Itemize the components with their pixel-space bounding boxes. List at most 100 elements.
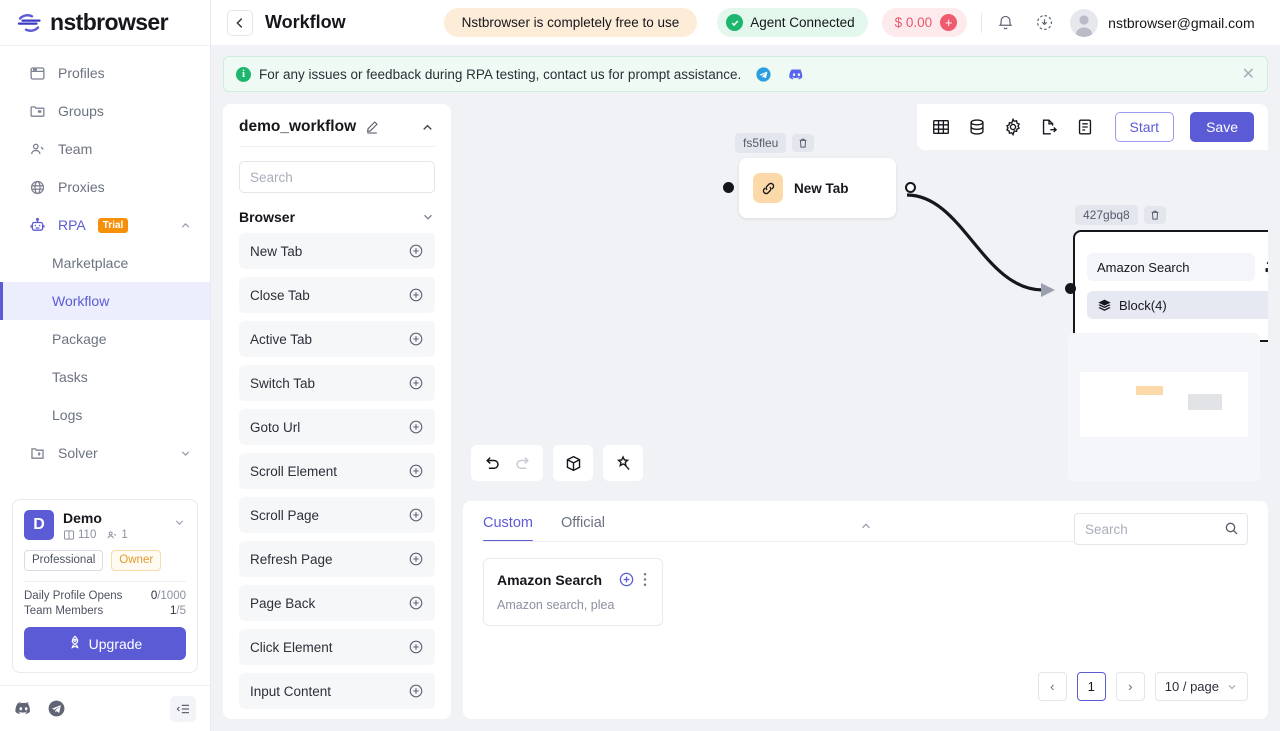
balance-badge[interactable]: $ 0.00 + — [881, 8, 968, 37]
library-body: Amazon Search Amazon search, plea — [463, 542, 1268, 626]
account-card[interactable]: D Demo 110 1 Professional Owner Daily Pr… — [12, 499, 198, 673]
action-item[interactable]: Goto Url — [239, 409, 435, 445]
search-icon[interactable] — [1224, 521, 1239, 541]
action-item[interactable]: Input Content — [239, 673, 435, 709]
user-email[interactable]: nstbrowser@gmail.com — [1108, 15, 1254, 31]
node-block-count[interactable]: Block(4) — [1087, 291, 1268, 319]
role-badge: Owner — [111, 550, 162, 571]
action-item[interactable]: Close Tab — [239, 277, 435, 313]
back-button[interactable] — [227, 9, 253, 36]
add-action-icon[interactable] — [408, 595, 424, 611]
action-item[interactable]: Switch Tab — [239, 365, 435, 401]
action-item[interactable]: Refresh Page — [239, 541, 435, 577]
add-action-icon[interactable] — [408, 463, 424, 479]
sidebar-item-solver[interactable]: Solver — [0, 434, 210, 472]
redo-icon[interactable] — [507, 447, 539, 479]
discord-icon[interactable] — [14, 699, 33, 718]
upgrade-button[interactable]: Upgrade — [24, 627, 186, 660]
globe-icon — [28, 178, 46, 196]
collapse-sidebar-icon[interactable] — [170, 695, 196, 722]
agent-status-label: Agent Connected — [750, 15, 855, 30]
add-action-icon[interactable] — [408, 639, 424, 655]
close-icon[interactable]: ✕ — [1242, 64, 1255, 84]
workflow-node-new-tab[interactable]: New Tab — [723, 158, 916, 218]
prev-page-button[interactable]: ‹ — [1037, 672, 1067, 701]
action-item[interactable]: Page Back — [239, 585, 435, 621]
telegram-icon[interactable] — [755, 66, 772, 83]
gear-icon[interactable] — [1003, 117, 1023, 137]
add-action-icon[interactable] — [408, 375, 424, 391]
canvas-minimap[interactable] — [1068, 333, 1260, 481]
sidebar-item-tasks[interactable]: Tasks — [0, 358, 210, 396]
database-icon[interactable] — [967, 117, 987, 137]
tab-official[interactable]: Official — [561, 515, 605, 542]
log-icon[interactable] — [1075, 117, 1095, 137]
save-button[interactable]: Save — [1190, 112, 1254, 142]
topbar: Workflow Nstbrowser is completely free t… — [211, 0, 1280, 46]
telegram-icon[interactable] — [47, 699, 66, 718]
module-card[interactable]: Amazon Search Amazon search, plea — [483, 558, 663, 626]
sidebar-item-workflow[interactable]: Workflow — [0, 282, 210, 320]
chevron-up-icon[interactable] — [859, 519, 873, 533]
add-action-icon[interactable] — [408, 243, 424, 259]
action-item-label: Switch Tab — [250, 375, 316, 391]
download-icon[interactable] — [1035, 13, 1054, 32]
export-icon[interactable] — [1039, 117, 1059, 137]
node-input-port[interactable] — [1065, 283, 1076, 294]
refresh-icon[interactable] — [1263, 258, 1268, 276]
pencil-icon[interactable] — [364, 119, 380, 135]
action-item[interactable]: Click Element — [239, 629, 435, 665]
tab-custom[interactable]: Custom — [483, 515, 533, 542]
brand-logo: nstbrowser — [0, 0, 210, 46]
add-action-icon[interactable] — [408, 551, 424, 567]
browser-window-icon — [28, 64, 46, 82]
add-action-icon[interactable] — [408, 331, 424, 347]
trash-icon[interactable] — [1143, 206, 1166, 224]
divider — [981, 12, 983, 33]
workflow-node-amazon-search[interactable]: Amazon Search Block(4) — [1065, 230, 1268, 342]
sidebar-item-proxies[interactable]: Proxies — [0, 168, 210, 206]
sidebar-item-rpa[interactable]: RPA Trial — [0, 206, 210, 244]
discord-icon[interactable] — [788, 66, 805, 83]
trash-icon[interactable] — [792, 134, 815, 152]
action-group-browser[interactable]: Browser — [223, 193, 451, 233]
action-item[interactable]: Active Tab — [239, 321, 435, 357]
node-input-port[interactable] — [723, 182, 734, 193]
action-item[interactable]: New Tab — [239, 233, 435, 269]
node-output-port[interactable] — [905, 182, 916, 193]
workflow-canvas[interactable]: Start Save fs5fleu New Tab 427gbq8 Amazo… — [463, 104, 1268, 489]
action-item[interactable]: Scroll Page — [239, 497, 435, 533]
action-search-input[interactable] — [239, 161, 435, 193]
notice-text: For any issues or feedback during RPA te… — [259, 66, 742, 82]
agent-status-badge[interactable]: Agent Connected — [717, 8, 868, 37]
sidebar-item-marketplace[interactable]: Marketplace — [0, 244, 210, 282]
nstbrowser-logo-icon — [16, 10, 42, 36]
table-icon[interactable] — [931, 117, 951, 137]
add-action-icon[interactable] — [408, 419, 424, 435]
sidebar-item-groups[interactable]: Groups — [0, 92, 210, 130]
add-action-icon[interactable] — [408, 507, 424, 523]
library-search-input[interactable] — [1074, 513, 1248, 545]
add-module-icon[interactable] — [618, 571, 635, 588]
add-action-icon[interactable] — [408, 287, 424, 303]
undo-icon[interactable] — [475, 447, 507, 479]
plus-icon[interactable]: + — [940, 14, 958, 31]
action-item[interactable]: Scroll Element — [239, 453, 435, 489]
chevron-down-icon[interactable] — [173, 510, 186, 534]
page-size-select[interactable]: 10 / page — [1154, 672, 1248, 701]
bell-icon[interactable] — [996, 13, 1015, 32]
add-action-icon[interactable] — [408, 683, 424, 699]
chevron-up-icon[interactable] — [420, 120, 435, 135]
sidebar-item-profiles[interactable]: Profiles — [0, 54, 210, 92]
robot-icon — [28, 216, 46, 234]
sidebar-item-package[interactable]: Package — [0, 320, 210, 358]
package-icon[interactable] — [557, 447, 589, 479]
sidebar-item-team[interactable]: Team — [0, 130, 210, 168]
module-more-icon[interactable] — [643, 572, 649, 587]
next-page-button[interactable]: › — [1115, 672, 1145, 701]
start-button[interactable]: Start — [1114, 112, 1175, 142]
avatar[interactable] — [1070, 8, 1099, 37]
sidebar-item-logs[interactable]: Logs — [0, 396, 210, 434]
magic-icon[interactable] — [607, 447, 639, 479]
page-number-button[interactable]: 1 — [1076, 672, 1106, 701]
